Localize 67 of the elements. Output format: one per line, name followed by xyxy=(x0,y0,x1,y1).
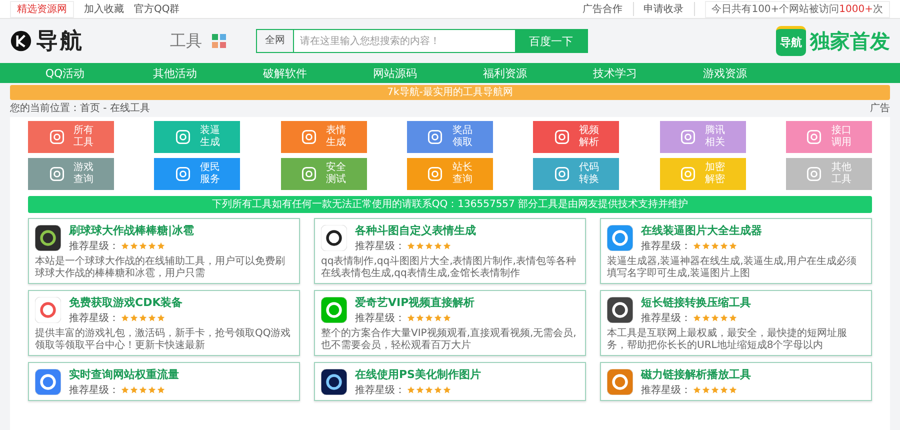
category-tile[interactable]: 视频解析 xyxy=(533,121,620,153)
nav-item[interactable]: 其他活动 xyxy=(120,66,230,80)
category-tile[interactable]: 其他工具 xyxy=(786,158,872,190)
tool-title[interactable]: 短长链接转换压缩工具 xyxy=(641,295,751,310)
tool-card[interactable]: 在线使用PS美化制作图片 推荐星级： xyxy=(314,362,586,401)
rating-label: 推荐星级： xyxy=(641,240,691,253)
tool-card[interactable]: 在线装逼图片大全生成器 推荐星级： 装逼生成器,装逼神器在线生成,装逼生成,用户在生成必须填写名字即可生成,装逼图片上图 xyxy=(600,218,872,284)
category-tile[interactable]: 便民服务 xyxy=(154,158,240,190)
category-tile[interactable]: 站长查询 xyxy=(406,158,493,190)
tool-title[interactable]: 在线使用PS美化制作图片 xyxy=(355,367,481,382)
tool-title[interactable]: 实时查询网站权重流量 xyxy=(69,367,179,382)
section-label: 工具 xyxy=(170,30,202,52)
tool-card[interactable]: 免费获取游戏CDK装备 推荐星级： 提供丰富的游戏礼包，激活码，新手卡，抢号领取QQ游戏领取等领取平台中心！更新卡快速最新 xyxy=(28,290,300,356)
tool-title[interactable]: 在线装逼图片大全生成器 xyxy=(641,223,762,238)
category-tile[interactable]: 接口调用 xyxy=(786,121,872,153)
nav-item[interactable]: 游戏资源 xyxy=(670,66,780,80)
tool-title[interactable]: 磁力链接解析播放工具 xyxy=(641,367,751,382)
tool-card[interactable]: 实时查询网站权重流量 推荐星级： xyxy=(28,362,300,401)
nav-item[interactable]: QQ活动 xyxy=(10,66,120,80)
category-tile[interactable]: 安全测试 xyxy=(280,158,367,190)
breadcrumb: 您的当前位置：首页 - 在线工具 xyxy=(10,102,150,115)
tool-description: qq表情制作,qq斗图图片大全,表情图片制作,表情包等各种在线表情包生成,qq表情生成,金馆长表情制作 xyxy=(321,256,577,280)
top-link[interactable]: 申请收录 xyxy=(644,2,695,16)
rating-label: 推荐星级： xyxy=(69,240,119,253)
rating-label: 推荐星级： xyxy=(69,384,119,397)
rating-label: 推荐星级： xyxy=(641,384,691,397)
badge-text: 独家首发 xyxy=(810,28,890,54)
rating-label: 推荐星级： xyxy=(355,384,405,397)
tool-description: 装逼生成器,装逼神器在线生成,装逼生成,用户在生成必须填写名字即可生成,装逼图片上图 xyxy=(607,256,858,280)
tool-title[interactable]: 免费获取游戏CDK装备 xyxy=(69,295,183,310)
category-tile[interactable]: 游戏查询 xyxy=(28,158,114,190)
nav-item[interactable]: 技术学习 xyxy=(560,66,670,80)
nav-item[interactable]: 破解软件 xyxy=(230,66,340,80)
top-link[interactable]: 加入收藏 xyxy=(84,2,124,16)
notice-bar: 下列所有工具如有任何一款无法正常使用的请联系QQ：136557557 部分工具是由网友提供技术支持并维护 xyxy=(28,196,872,213)
tool-title[interactable]: 各种斗图自定义表情生成 xyxy=(355,223,476,238)
tool-card[interactable]: 爱奇艺VIP视频直接解析 推荐星级： 整个的方案合作大量VIP视频观看,直接观看视频,无需会员,也不需要会员，轻松观看百万大片 xyxy=(314,290,586,356)
tool-title[interactable]: 刷球球大作战棒棒糖|冰雹 xyxy=(69,223,194,238)
top-link[interactable]: 广告合作 xyxy=(582,2,634,16)
tool-description: 整个的方案合作大量VIP视频观看,直接观看视频,无需会员,也不需要会员，轻松观看百万大片 xyxy=(321,328,578,352)
nav-item[interactable]: 网站源码 xyxy=(340,66,450,80)
category-tile[interactable]: 装逼生成 xyxy=(154,121,240,153)
top-link[interactable]: 官方QQ群 xyxy=(134,2,180,16)
rating-label: 推荐星级： xyxy=(69,312,119,325)
category-tile[interactable]: 奖品领取 xyxy=(406,121,493,153)
rating-label: 推荐星级： xyxy=(355,240,405,253)
site-link[interactable]: 精选资源网 xyxy=(10,0,74,18)
tool-description: 本工具是互联网上最权威，最安全，最快捷的短网址服务，帮助把你长长的URL地址缩短成8个字母以内 xyxy=(607,328,848,352)
tool-card[interactable]: 短长链接转换压缩工具 推荐星级： 本工具是互联网上最权威，最安全，最快捷的短网址服务，帮助把你长长的URL地址缩短成8个字母以内 xyxy=(600,290,872,356)
ad-label: 广告 xyxy=(870,102,890,115)
tool-card[interactable]: 刷球球大作战棒棒糖|冰雹 推荐星级： 本站是一个球球大作战的在线辅助工具，用户可以免费刷球球大作战的棒棒糖和冰雹，用户只需 xyxy=(28,218,300,284)
rating-label: 推荐星级： xyxy=(641,312,691,325)
tool-card[interactable]: 磁力链接解析播放工具 推荐星级： xyxy=(600,362,872,401)
category-tile[interactable]: 代码转换 xyxy=(533,158,620,190)
logo-text: 导航 xyxy=(36,28,84,56)
visit-stats: 今日共有100+个网站被访问1000+次 xyxy=(704,0,890,18)
tool-card[interactable]: 各种斗图自定义表情生成 推荐星级： qq表情制作,qq斗图图片大全,表情图片制作,表情包等各种在线表情包生成,qq表情生成,金馆长表情制作 xyxy=(314,218,586,284)
rating-label: 推荐星级： xyxy=(355,312,405,325)
category-tile[interactable]: 表情生成 xyxy=(280,121,367,153)
category-tile[interactable]: 腾讯相关 xyxy=(660,121,746,153)
category-tile[interactable]: 所有工具 xyxy=(28,121,114,153)
banner: 7k导航-最实用的工具导航网 xyxy=(10,85,890,100)
tool-description: 提供丰富的游戏礼包，激活码，新手卡，抢号领取QQ游戏领取等领取平台中心！更新卡快速最新 xyxy=(35,328,292,352)
nav-item[interactable]: 福利资源 xyxy=(450,66,560,80)
tool-description: 本站是一个球球大作战的在线辅助工具，用户可以免费刷球球大作战的棒棒糖和冰雹，用户只需 xyxy=(35,256,286,280)
tool-title[interactable]: 爱奇艺VIP视频直接解析 xyxy=(355,295,475,310)
bag-icon: 导航 xyxy=(776,26,806,56)
